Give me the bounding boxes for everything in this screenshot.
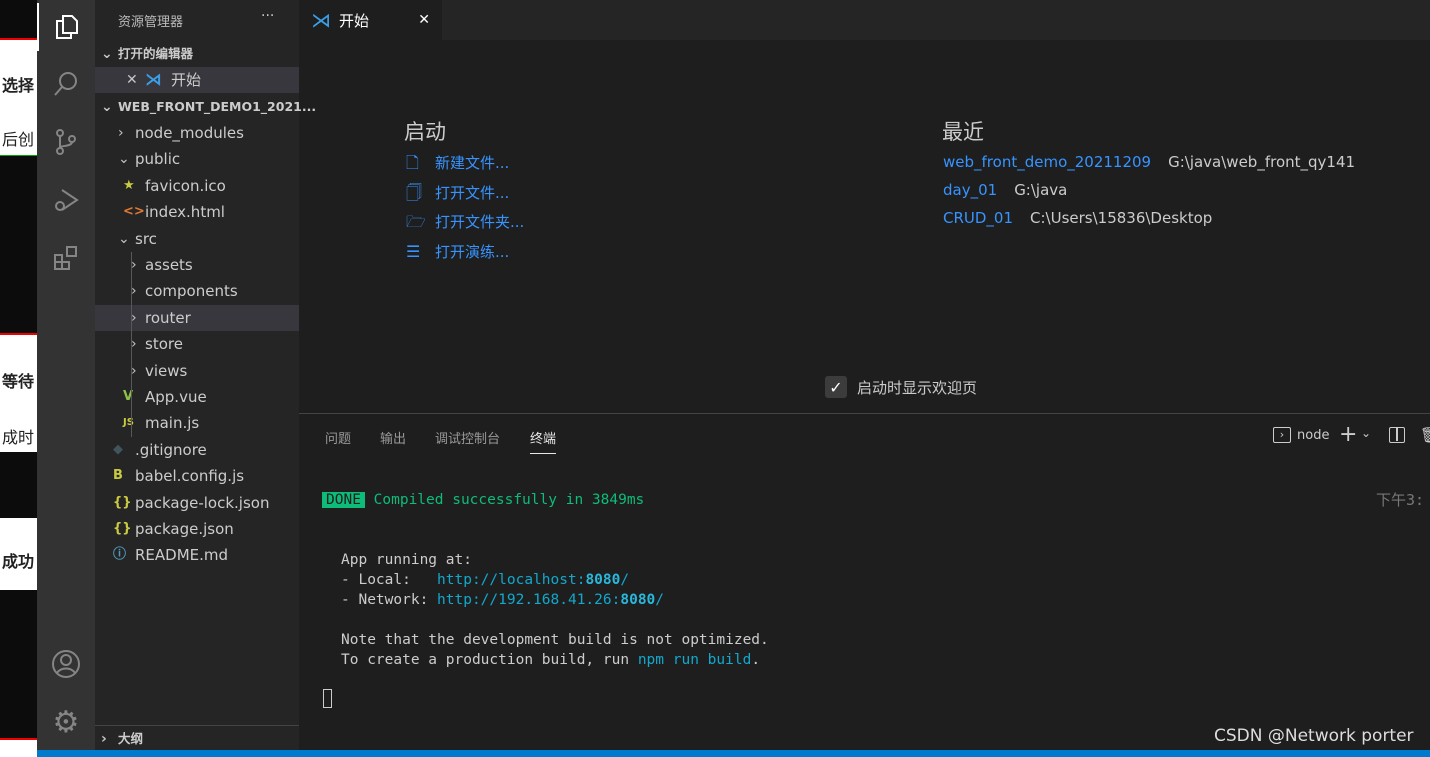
more-actions-button[interactable]: ··· [261,8,274,24]
show-on-startup-checkbox[interactable]: ✓ 启动时显示欢迎页 [825,376,977,398]
tree-file[interactable]: Bbabel.config.js [95,463,299,489]
open-editor-item[interactable]: ✕ ⋊ 开始 [95,67,299,93]
tree-file[interactable]: {} package-lock.json [95,490,299,516]
outline-header[interactable]: › 大纲 [95,725,299,751]
chevron-down-icon: ⌄ [101,46,113,62]
recent-item[interactable]: web_front_demo_20211209 G:\java\web_front… [943,153,1355,171]
chevron-down-icon: ⌄ [118,230,130,247]
vscode-icon: ⋊ [145,70,162,90]
tree-folder[interactable]: › store [95,331,299,357]
terminal-icon: › [1273,427,1291,443]
recent-item[interactable]: CRUD_01 C:\Users\15836\Desktop [943,209,1212,227]
start-item[interactable]: ☰ 打开演练... [406,241,509,262]
tab-bar: ⋊ 开始 ✕ [299,0,1430,40]
source-control-icon[interactable] [37,118,95,166]
chevron-down-icon: ⌄ [101,99,113,115]
project-header[interactable]: ⌄ WEB_FRONT_DEMO1_2021... [95,94,316,120]
search-icon[interactable] [37,60,95,108]
recent-item[interactable]: day_01 G:\java [943,181,1067,199]
run-debug-icon[interactable] [37,176,95,224]
tree-folder[interactable]: ⌄ public [95,146,299,172]
panel: 问题 输出 调试控制台 终端 › node + ⌄ 🗑 下午3: DONE Co… [299,413,1430,750]
html-icon: <> [123,204,145,220]
walkthrough-icon: ☰ [406,241,421,261]
sidebar-title: 资源管理器 [118,15,184,30]
terminal-selector[interactable]: › node [1273,427,1329,443]
tab-problems[interactable]: 问题 [325,428,351,447]
start-heading: 启动 [404,120,446,144]
timestamp: 下午3: [1376,491,1425,509]
gear-icon[interactable]: ⚙ [37,698,95,746]
open-file-icon: 🗍 [406,182,422,202]
tree-file[interactable]: JS main.js [95,410,299,436]
chevron-down-icon[interactable]: ⌄ [1361,426,1371,440]
indent-guide [131,252,132,437]
status-bar [37,750,1430,757]
activity-bar: ⚙ [37,0,95,750]
open-editors-header[interactable]: ⌄ 打开的编辑器 [95,41,299,67]
tree-folder[interactable]: › node_modules [95,120,299,146]
watermark: CSDN @Network porter [1214,726,1414,746]
extensions-icon[interactable] [37,234,95,282]
explorer-sidebar: 资源管理器 ··· ⌄ 打开的编辑器 ✕ ⋊ 开始 ⌄ WEB_FRONT_DE… [95,0,316,751]
git-icon: ◆ [113,441,123,457]
tree-file[interactable]: ⓘ README.md [95,542,299,568]
new-file-icon: 🗋 [406,153,419,172]
tab-debug-console[interactable]: 调试控制台 [435,428,500,447]
vscode-icon: ⋊ [311,8,331,32]
tree-folder[interactable]: › views [95,358,299,384]
done-badge: DONE [322,492,365,508]
tree-folder[interactable]: › router [95,304,299,331]
star-icon: ★ [123,177,135,193]
tab-output[interactable]: 输出 [380,428,406,447]
json-icon: {} [113,494,132,510]
chevron-right-icon: › [101,731,107,747]
tree-file[interactable]: ◆ .gitignore [95,437,299,463]
babel-icon: B [113,468,123,484]
start-item[interactable]: 🗍 打开文件... [406,182,509,209]
split-terminal-button[interactable] [1389,427,1405,443]
tab-terminal[interactable]: 终端 [530,428,557,454]
start-item[interactable]: 🗋 新建文件... [406,152,509,179]
accounts-icon[interactable] [37,640,95,688]
tree-file[interactable]: {} package.json [95,516,299,542]
tree-file[interactable]: V App.vue [95,384,299,410]
recent-heading: 最近 [942,120,984,144]
tree-file[interactable]: ★ favicon.ico [95,173,299,199]
checkmark-icon: ✓ [825,376,847,398]
tree-folder[interactable]: › components [95,278,299,304]
start-item[interactable]: 🗁 打开文件夹... [406,211,524,238]
trash-icon[interactable]: 🗑 [1420,426,1430,444]
tab-welcome[interactable]: ⋊ 开始 ✕ [299,0,442,40]
js-icon: JS [123,417,134,429]
tree-folder[interactable]: ⌄ src [95,226,299,252]
explorer-icon[interactable] [37,3,95,51]
json-icon: {} [113,521,132,536]
background-window: 选择 后创 等待 成时 成功 [0,0,37,757]
terminal-cursor[interactable] [323,689,332,708]
chevron-down-icon: ⌄ [118,151,130,168]
open-folder-icon: 🗁 [406,212,426,231]
chevron-right-icon: › [118,125,124,141]
close-icon[interactable]: ✕ [126,67,138,93]
add-terminal-button[interactable]: + [1339,422,1357,447]
info-icon: ⓘ [113,547,127,563]
tree-file[interactable]: <> index.html [95,199,299,225]
terminal-output: App running at: - Local: http://localhos… [341,552,769,668]
close-icon[interactable]: ✕ [418,12,430,28]
tree-folder[interactable]: › assets [95,252,299,278]
